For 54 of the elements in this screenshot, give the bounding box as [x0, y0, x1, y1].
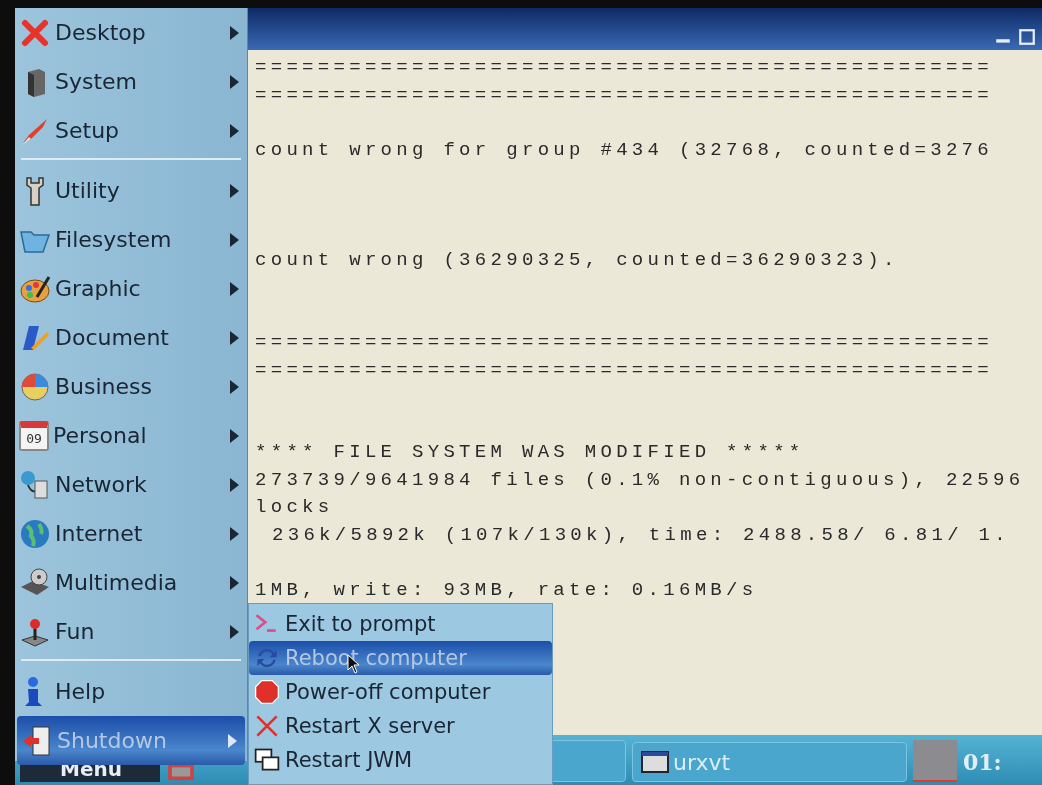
submenu-arrow-icon [228, 733, 237, 748]
terminal-line: 236k/5892k (107k/130k), time: 2488.58/ 6.81/ 1. [272, 522, 1010, 548]
exit-door-icon [21, 724, 53, 757]
maximize-icon[interactable] [1018, 28, 1036, 46]
menu-item[interactable]: Desktop [15, 8, 247, 57]
menu-item[interactable]: 09 Personal [15, 411, 247, 460]
menu-item[interactable]: Restart X server [249, 709, 552, 743]
menu-item[interactable]: Exit to prompt [249, 607, 552, 641]
menu-item[interactable]: Graphic [15, 264, 247, 313]
terminal-line: 273739/9641984 files (0.1% non-contiguous), 22596 [255, 467, 1025, 493]
menu-item[interactable]: Internet [15, 509, 247, 558]
calendar-date: 09 [26, 430, 42, 446]
submenu-arrow-icon [230, 477, 239, 492]
menu-item[interactable]: Setup [15, 106, 247, 155]
terminal-line: =============================================== [255, 82, 993, 108]
terminal-line: =============================================== [255, 357, 993, 383]
window-icon [641, 751, 669, 773]
pie-chart-icon [19, 370, 51, 403]
terminal-line: 1MB, write: 93MB, rate: 0.16MB/s [255, 577, 758, 603]
menu-item[interactable]: Fun [15, 607, 247, 656]
terminal-line: =============================================== [255, 330, 993, 355]
menu-item[interactable]: System [15, 57, 247, 106]
submenu-arrow-icon [230, 624, 239, 639]
submenu-arrow-icon [230, 428, 239, 443]
terminal-line: **** FILE SYSTEM WAS MODIFIED ***** [255, 440, 805, 465]
submenu-arrow-icon [230, 183, 239, 198]
menu-item[interactable]: Power-off computer [249, 675, 552, 709]
submenu-arrow-icon [230, 123, 239, 138]
clock: 01: [963, 748, 1002, 777]
menu-item[interactable]: Document [15, 313, 247, 362]
submenu-arrow-icon [230, 575, 239, 590]
windows-icon [253, 746, 281, 774]
submenu-arrow-icon [230, 281, 239, 296]
terminal-line: locks [255, 495, 334, 520]
submenu-arrow-icon [230, 74, 239, 89]
submenu-arrow-icon [230, 379, 239, 394]
terminal-line: count wrong for group #434 (32768, counted=3276 [255, 137, 993, 163]
terminal-line: count wrong (36290325, counted=36290323). [255, 247, 899, 273]
globe-icon [19, 517, 51, 550]
submenu-arrow-icon [230, 330, 239, 345]
menu-item[interactable]: Utility [15, 166, 247, 215]
menu-item[interactable]: Business [15, 362, 247, 411]
submenu-arrow-icon [230, 25, 239, 40]
menu-item[interactable]: Multimedia [15, 558, 247, 607]
stop-sign-icon [253, 678, 281, 706]
menu-item[interactable]: Restart JWM [249, 743, 552, 777]
terminal-line: =============================================== [255, 55, 993, 80]
network-icon [19, 468, 51, 501]
menu-item[interactable]: Filesystem [15, 215, 247, 264]
submenu-arrow-icon [230, 526, 239, 541]
submenu-arrow-icon [230, 232, 239, 247]
menu-item[interactable]: Network [15, 460, 247, 509]
pager-box[interactable] [913, 740, 957, 782]
menu-item[interactable]: Help [15, 667, 247, 716]
